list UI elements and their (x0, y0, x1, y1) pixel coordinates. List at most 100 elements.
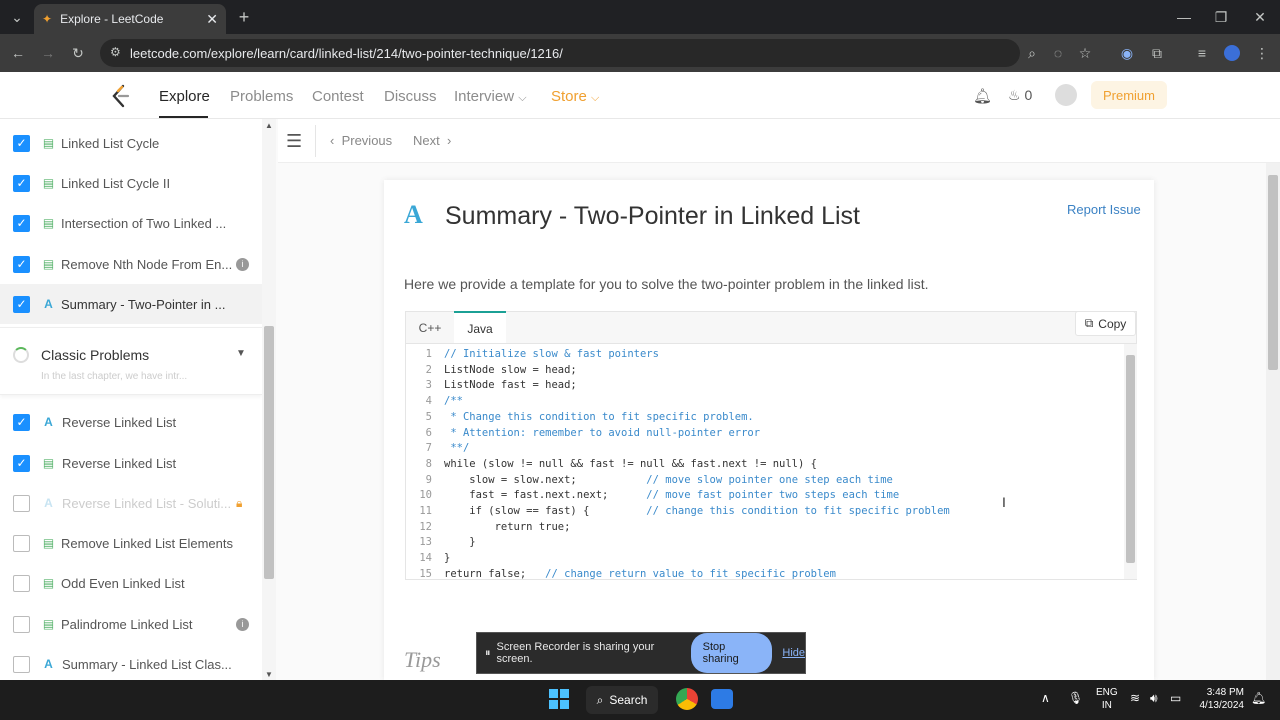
checkbox-icon[interactable] (13, 494, 30, 512)
checkbox-checked-icon[interactable]: ✓ (13, 134, 30, 152)
profile-icon[interactable] (1220, 41, 1244, 65)
checkbox-checked-icon[interactable]: ✓ (13, 454, 30, 472)
media-icon[interactable]: ≡ (1190, 41, 1214, 65)
close-tab-icon[interactable]: ✕ (206, 11, 218, 28)
scroll-down-icon[interactable]: ▼ (265, 670, 273, 679)
stop-sharing-button[interactable]: Stop sharing (690, 633, 773, 673)
nav-store[interactable]: Store ⌵ (551, 88, 599, 105)
sidebar-item-active[interactable]: ✓ A Summary - Two-Pointer in ... (0, 284, 262, 324)
checkbox-checked-icon[interactable]: ✓ (13, 413, 30, 431)
sidebar-item-locked[interactable]: A Reverse Linked List - Soluti... 🔒︎ (0, 483, 262, 523)
premium-button[interactable]: Premium (1091, 81, 1167, 109)
close-window-icon[interactable]: ✕ (1248, 5, 1272, 29)
code-scrollbar[interactable] (1124, 344, 1137, 579)
minimize-icon[interactable]: — (1172, 5, 1196, 29)
taskbar-search[interactable]: ⌕ Search (586, 686, 658, 714)
site-info-icon[interactable]: ⚙ (110, 45, 121, 59)
leetcode-logo-icon[interactable] (110, 84, 130, 108)
checkbox-checked-icon[interactable]: ✓ (13, 255, 30, 273)
line-number: 14 (419, 552, 432, 565)
back-icon[interactable]: ← (6, 41, 30, 65)
sidebar-item[interactable]: A Summary - Linked List Clas... (0, 644, 262, 680)
menu-dots-icon[interactable]: ⋮ (1250, 41, 1274, 65)
language-indicator[interactable]: ENG IN (1096, 686, 1118, 712)
checkbox-icon[interactable] (13, 655, 30, 673)
document-icon: ▤ (42, 617, 55, 631)
caret-down-icon[interactable]: ▼ (236, 348, 246, 359)
code-line: return true; (444, 520, 571, 533)
sidebar-item[interactable]: ✓ A Reverse Linked List (0, 402, 262, 442)
browser-tab[interactable]: ✦ Explore - LeetCode ✕ (34, 4, 226, 34)
code-editor[interactable]: 1 // Initialize slow & fast pointers 2 List… (405, 343, 1137, 580)
checkbox-checked-icon[interactable]: ✓ (13, 174, 30, 192)
new-tab-icon[interactable]: + (232, 5, 256, 29)
show-hidden-icons-icon[interactable]: ∧ (1041, 691, 1050, 705)
nav-discuss[interactable]: Discuss (384, 88, 437, 105)
forward-icon[interactable]: → (36, 41, 60, 65)
sidebar-item[interactable]: ✓ ▤ Intersection of Two Linked ... (0, 203, 262, 243)
sidebar-scroll-thumb[interactable] (264, 326, 274, 579)
bookmark-star-icon[interactable]: ☆ (1073, 41, 1097, 65)
sidebar-item[interactable]: ✓ ▤ Linked List Cycle (0, 123, 262, 163)
chapter-title: Classic Problems (41, 347, 150, 363)
checkbox-icon[interactable] (13, 615, 30, 633)
chapter-header[interactable]: Classic Problems In the last chapter, we… (0, 327, 262, 395)
bell-icon[interactable]: 🔔︎ (973, 87, 992, 105)
avatar[interactable] (1055, 84, 1077, 106)
nav-explore[interactable]: Explore (159, 88, 210, 105)
sidebar-scrollbar[interactable]: ▲ ▼ (262, 119, 276, 680)
tab-java[interactable]: Java (454, 311, 506, 344)
document-icon: ▤ (42, 576, 55, 590)
sidebar-item[interactable]: ▤ Remove Linked List Elements (0, 523, 262, 563)
pause-icon: ⏸ (485, 646, 491, 659)
copy-button[interactable]: ⧉ Copy (1075, 311, 1136, 336)
zoom-icon[interactable]: ⌕ (1020, 41, 1044, 65)
report-issue-link[interactable]: Report Issue (1067, 202, 1141, 217)
nav-problems[interactable]: Problems (230, 88, 293, 105)
screen-share-icon[interactable]: ◉ (1115, 41, 1139, 65)
sidebar-item[interactable]: ✓ ▤ Remove Nth Node From En... i (0, 244, 262, 284)
hamburger-menu-icon[interactable]: ☰ (286, 131, 302, 152)
volume-icon[interactable]: 🔊︎ (1150, 691, 1158, 706)
nav-contest[interactable]: Contest (312, 88, 364, 105)
maximize-icon[interactable]: ❐ (1209, 5, 1233, 29)
chrome-taskbar-icon[interactable] (676, 688, 698, 710)
checkbox-checked-icon[interactable]: ✓ (13, 214, 30, 232)
hide-link[interactable]: Hide (782, 647, 805, 659)
page-scrollbar[interactable] (1266, 163, 1280, 680)
previous-button[interactable]: ‹ Previous (330, 133, 392, 148)
url-bar[interactable]: ⚙ leetcode.com/explore/learn/card/linked… (100, 39, 1020, 67)
sidebar-item[interactable]: ✓ ▤ Reverse Linked List (0, 443, 262, 483)
document-icon: ▤ (42, 216, 55, 230)
nav-store-label: Store (551, 88, 587, 105)
tab-cpp[interactable]: C++ (406, 312, 454, 343)
battery-icon[interactable]: ▭ (1170, 691, 1181, 705)
info-icon[interactable]: i (236, 257, 249, 271)
clock[interactable]: 3:48 PM 4/13/2024 (1196, 686, 1245, 712)
extensions-icon[interactable]: ⧉ (1145, 41, 1169, 65)
info-icon[interactable]: i (236, 617, 249, 631)
sidebar-item[interactable]: ✓ ▤ Linked List Cycle II (0, 163, 262, 203)
code-scroll-thumb[interactable] (1126, 355, 1135, 563)
scroll-up-icon[interactable]: ▲ (265, 121, 273, 130)
tab-search-icon[interactable]: ⌄ (5, 5, 29, 29)
page-scroll-thumb[interactable] (1268, 175, 1278, 370)
share-text: Screen Recorder is sharing your screen. (496, 641, 655, 665)
notification-bell-icon[interactable]: 🔔︎ (1251, 691, 1266, 705)
camera-app-icon[interactable] (711, 689, 733, 709)
windows-start-icon[interactable] (549, 689, 569, 709)
tips-heading: Tips (404, 647, 441, 672)
sidebar-item[interactable]: ▤ Odd Even Linked List (0, 563, 262, 603)
checkbox-icon[interactable] (13, 534, 30, 552)
checkbox-icon[interactable] (13, 574, 30, 592)
reload-icon[interactable]: ↻ (66, 41, 90, 65)
sidebar-item[interactable]: ▤ Palindrome Linked List i (0, 604, 262, 644)
microphone-icon[interactable]: 🎙︎ (1068, 691, 1083, 705)
wifi-icon[interactable]: ≋ (1130, 691, 1140, 705)
next-button[interactable]: Next › (413, 133, 451, 148)
eye-off-icon[interactable]: ◌ (1046, 41, 1070, 65)
nav-interview[interactable]: Interview ⌵ (454, 88, 527, 105)
line-number: 3 (425, 379, 432, 392)
streak[interactable]: ♨ 0 (1008, 87, 1032, 104)
checkbox-checked-icon[interactable]: ✓ (13, 295, 30, 313)
